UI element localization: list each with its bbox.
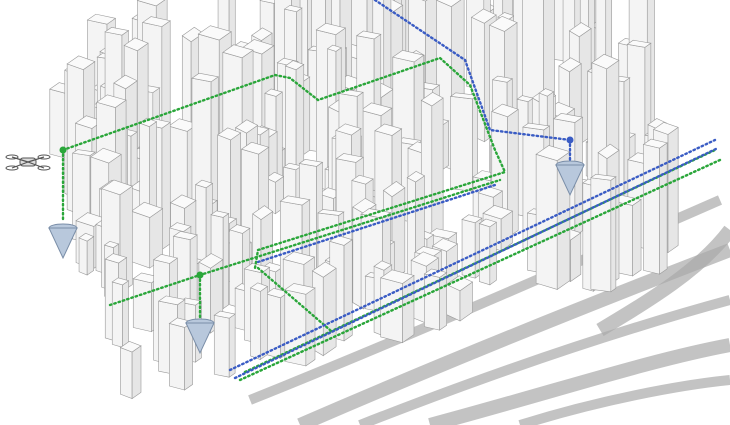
building-side [610, 176, 617, 293]
building-face [535, 153, 558, 290]
building-face [132, 278, 152, 333]
building-side [131, 345, 142, 400]
building-side [295, 63, 305, 174]
building-side [222, 212, 229, 310]
building-side [431, 97, 444, 246]
building-face [120, 347, 133, 400]
cone-marker-icon [48, 227, 78, 260]
building-face [285, 65, 297, 174]
waypoint-dot [59, 146, 67, 154]
waypoint-dot [196, 271, 204, 279]
building-face [78, 237, 88, 276]
building-face [169, 323, 185, 391]
city-drone-route-diagram [0, 0, 730, 425]
building-face [213, 314, 230, 378]
drone-icon [5, 154, 51, 171]
building-side [259, 285, 268, 361]
building-side [86, 235, 95, 276]
building-side [305, 287, 316, 367]
building-face [643, 143, 660, 275]
building-side [667, 126, 679, 254]
building-side [322, 267, 337, 357]
building-side [570, 232, 582, 283]
building-face [250, 287, 261, 360]
building-side [632, 198, 642, 277]
building-face [131, 210, 151, 269]
building-face [265, 293, 281, 359]
waypoint-dot [566, 136, 574, 144]
building-face [111, 281, 123, 348]
building-face [450, 96, 473, 192]
building-side [161, 121, 171, 251]
building-face [168, 125, 188, 208]
building-face [479, 223, 491, 286]
city-scene [5, 0, 730, 425]
building-side [439, 271, 447, 331]
building-side [122, 280, 129, 348]
